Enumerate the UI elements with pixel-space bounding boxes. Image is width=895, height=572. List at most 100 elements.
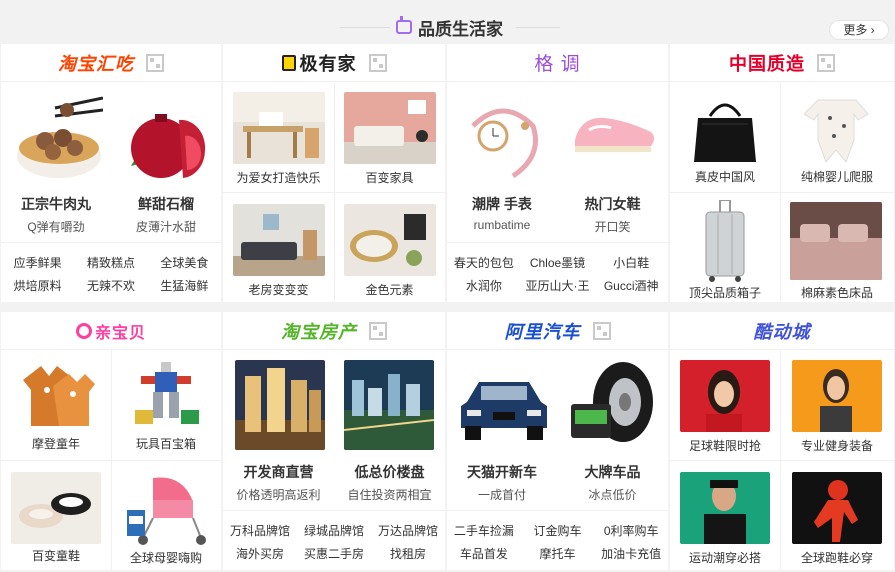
category-link[interactable]: 车品首发 xyxy=(447,545,521,562)
product-tile[interactable]: 百变家具 xyxy=(334,82,445,192)
product-tile[interactable]: 老房变变变 xyxy=(223,192,334,302)
category-links: 万科品牌馆 绿城品牌馆 万达品牌馆 海外买房 买惠二手房 找租房 xyxy=(223,522,445,562)
category-links: 应季鲜果 精致糕点 全球美食 烘培原料 无辣不欢 生猛海鲜 xyxy=(1,254,221,294)
category-links: 二手车捡漏 订金购车 0利率购车 车品首发 摩托车 加油卡充值 xyxy=(447,522,668,562)
product-subtitle: 开口笑 xyxy=(594,220,631,234)
brand-logo[interactable]: 酷动城 xyxy=(754,318,811,344)
qr-code-icon[interactable] xyxy=(592,321,611,340)
qr-code-icon[interactable] xyxy=(369,321,387,340)
panel-gediao: 格 调 潮牌 手表 rumbatime 热门女鞋 开口笑 春天的包包 Chloe… xyxy=(447,44,668,302)
product-tile[interactable]: 全球跑鞋必穿 xyxy=(780,460,894,570)
product-caption: 专业健身装备 xyxy=(800,439,873,453)
brand-logo[interactable]: 淘宝房产 xyxy=(281,318,357,344)
running-shoe-model-image xyxy=(792,472,882,544)
more-button[interactable]: 更多 › xyxy=(829,20,889,40)
city-aerial-image xyxy=(344,360,434,450)
toy-robot-image xyxy=(135,362,199,424)
product-title: 热门女鞋 xyxy=(584,196,641,212)
qr-code-icon[interactable] xyxy=(368,53,387,72)
panel-header: 淘宝汇吃 xyxy=(1,44,221,82)
category-link[interactable]: 全球美食 xyxy=(148,254,221,271)
category-link[interactable]: 亚历山大·王 xyxy=(521,277,595,294)
qr-code-icon[interactable] xyxy=(817,53,835,72)
category-link[interactable]: 小白鞋 xyxy=(594,254,668,271)
category-link[interactable]: 找租房 xyxy=(371,545,445,562)
product-tile[interactable]: 玩具百宝箱 xyxy=(111,350,221,460)
product-tile[interactable]: 天猫开新车 一成首付 xyxy=(447,350,557,510)
panel-ali-auto: 阿里汽车 天猫开新车 一成首付 大牌车品 冰点低价 二手车捡漏 订金购车 0利率… xyxy=(447,312,668,570)
category-link[interactable]: 绿城品牌馆 xyxy=(297,522,371,539)
category-links: 春天的包包 Chloe墨镜 小白鞋 水润你 亚历山大·王 Gucci酒神 xyxy=(447,254,668,294)
product-tile[interactable]: 顶尖品质箱子 xyxy=(670,192,780,302)
brand-logo[interactable]: 极有家 xyxy=(300,50,357,76)
product-tile[interactable]: 为爱女打造快乐 xyxy=(223,82,334,192)
brand-logo[interactable]: 中国质造 xyxy=(729,50,805,76)
category-link[interactable]: 生猛海鲜 xyxy=(148,277,221,294)
buildings-image xyxy=(235,360,325,450)
product-title: 潮牌 手表 xyxy=(472,196,532,212)
product-tile[interactable]: 棉麻素色床品 xyxy=(780,192,894,302)
living-room-image xyxy=(233,204,325,276)
product-tile[interactable]: 鲜甜石榴 皮薄汁水甜 xyxy=(111,82,221,242)
tire-image xyxy=(571,362,653,442)
product-tile[interactable]: 低总价楼盘 自住投资两相宜 xyxy=(334,350,445,510)
product-tile[interactable]: 运动潮穿必搭 xyxy=(670,460,780,570)
category-link[interactable]: Chloe墨镜 xyxy=(521,254,595,271)
panel-header: 中国质造 xyxy=(670,44,894,82)
panel-taobao-house: 淘宝房产 开发商直营 价格透明高返利 低总价楼盘 自住投资两相宜 万科品牌馆 绿… xyxy=(223,312,445,570)
category-link[interactable]: 烘培原料 xyxy=(1,277,74,294)
product-tile[interactable]: 大牌车品 冰点低价 xyxy=(557,350,668,510)
divider xyxy=(447,242,668,243)
category-link[interactable]: Gucci酒神 xyxy=(594,277,668,294)
category-link[interactable]: 0利率购车 xyxy=(594,522,668,539)
product-caption: 全球跑鞋必穿 xyxy=(800,551,873,565)
product-tile[interactable]: 摩登童年 xyxy=(1,350,111,460)
product-subtitle: 一成首付 xyxy=(477,488,526,502)
category-link[interactable]: 水润你 xyxy=(447,277,521,294)
brand-logo[interactable]: 格 调 xyxy=(534,49,580,76)
product-tile[interactable]: 专业健身装备 xyxy=(780,350,894,460)
product-tile[interactable]: 潮牌 手表 rumbatime xyxy=(447,82,557,242)
category-link[interactable]: 海外买房 xyxy=(223,545,297,562)
header-divider-left xyxy=(340,27,390,28)
product-caption: 为爱女打造快乐 xyxy=(236,171,321,185)
product-tile[interactable]: 纯棉婴儿爬服 xyxy=(780,82,894,192)
football-shoe-model-image xyxy=(680,360,770,432)
category-link[interactable]: 万科品牌馆 xyxy=(223,522,297,539)
watch-image xyxy=(471,108,538,179)
product-tile[interactable]: 开发商直营 价格透明高返利 xyxy=(223,350,334,510)
product-tile[interactable]: 真皮中国风 xyxy=(670,82,780,192)
category-link[interactable]: 加油卡充值 xyxy=(594,545,668,562)
panel-kudongcheng: 酷动城 足球鞋限时抢 专业健身装备 运动潮穿必搭 全球跑鞋必穿 xyxy=(670,312,894,570)
category-link[interactable]: 春天的包包 xyxy=(447,254,521,271)
category-link[interactable]: 买惠二手房 xyxy=(297,545,371,562)
product-caption: 棉麻素色床品 xyxy=(800,286,873,300)
womens-shoe-image xyxy=(575,117,654,152)
product-subtitle: 价格透明高返利 xyxy=(236,488,321,502)
category-link[interactable]: 二手车捡漏 xyxy=(447,522,521,539)
bedding-image xyxy=(790,202,882,280)
product-tile[interactable]: 正宗牛肉丸 Q弹有嚼劲 xyxy=(1,82,111,242)
category-link[interactable]: 摩托车 xyxy=(521,545,595,562)
panel-header: 极有家 xyxy=(223,44,445,82)
category-link[interactable]: 无辣不欢 xyxy=(74,277,147,294)
product-tile[interactable]: 金色元素 xyxy=(334,192,445,302)
product-caption: 老房变变变 xyxy=(248,283,309,297)
category-link[interactable]: 应季鲜果 xyxy=(1,254,74,271)
product-tile[interactable]: 全球母婴嗨购 xyxy=(111,460,221,570)
product-tile[interactable]: 热门女鞋 开口笑 xyxy=(557,82,668,242)
brand-logo[interactable]: 阿里汽车 xyxy=(505,318,581,344)
brand-logo[interactable]: 亲宝贝 xyxy=(95,319,146,343)
product-subtitle: Q弹有嚼劲 xyxy=(27,220,85,234)
product-tile[interactable]: 足球鞋限时抢 xyxy=(670,350,780,460)
product-tile[interactable]: 百变童鞋 xyxy=(1,460,111,570)
qr-code-icon[interactable] xyxy=(146,53,164,72)
brand-logo[interactable]: 淘宝汇吃 xyxy=(58,50,134,76)
pomegranate-image xyxy=(131,114,206,178)
category-link[interactable]: 精致糕点 xyxy=(74,254,147,271)
category-link[interactable]: 万达品牌馆 xyxy=(371,522,445,539)
beef-ball-image xyxy=(17,96,103,178)
product-caption: 顶尖品质箱子 xyxy=(688,286,761,300)
category-link[interactable]: 订金购车 xyxy=(521,522,595,539)
stroller-image xyxy=(127,477,206,545)
